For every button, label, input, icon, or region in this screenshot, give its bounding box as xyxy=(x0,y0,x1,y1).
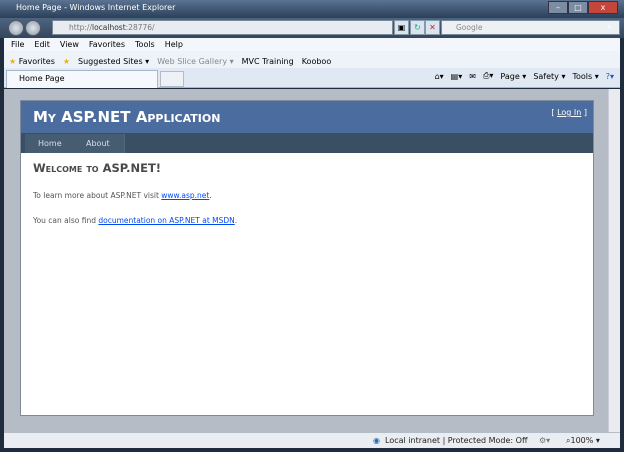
new-tab-button[interactable] xyxy=(160,71,184,87)
docs-paragraph: You can also find documentation on ASP.N… xyxy=(33,216,573,225)
minimize-button[interactable]: – xyxy=(548,1,568,14)
intro-paragraph: To learn more about ASP.NET visit www.as… xyxy=(33,191,573,200)
msdn-docs-link[interactable]: documentation on ASP.NET at MSDN xyxy=(98,216,234,225)
fav-web-slice-gallery[interactable]: Web Slice Gallery ▾ xyxy=(157,57,233,66)
menu-favorites[interactable]: Favorites xyxy=(89,40,125,51)
search-icon[interactable]: ⌕ xyxy=(607,22,611,32)
nav-about[interactable]: About xyxy=(72,134,125,153)
add-favorite-icon[interactable]: ★ xyxy=(63,57,70,66)
home-icon[interactable]: ⌂▾ xyxy=(435,72,444,81)
tab-home-page[interactable]: Home Page xyxy=(6,70,158,88)
vertical-scrollbar[interactable] xyxy=(608,89,620,432)
menu-tools[interactable]: Tools xyxy=(135,40,155,51)
tools-menu[interactable]: Tools ▾ xyxy=(572,72,598,81)
p2-text: You can also find xyxy=(33,216,99,225)
menu-file[interactable]: File xyxy=(11,40,24,51)
back-button[interactable] xyxy=(8,20,24,36)
login-display: [ Log In ] xyxy=(551,108,587,117)
window-title: Home Page - Windows Internet Explorer xyxy=(16,3,176,12)
globe-icon: ◉ xyxy=(373,436,380,445)
favorites-label: Favorites xyxy=(18,56,55,66)
site-title: My ASP.NET Application xyxy=(33,108,221,126)
login-bracket-close: ] xyxy=(581,108,587,117)
nav-home[interactable]: Home xyxy=(25,134,76,153)
menu-edit[interactable]: Edit xyxy=(34,40,50,51)
p1-text: To learn more about ASP.NET visit xyxy=(33,191,162,200)
browser-viewport: My ASP.NET Application [ Log In ] Home A… xyxy=(4,89,620,432)
refresh-icon[interactable]: ↻ xyxy=(410,20,425,35)
zoom-level[interactable]: ⌕100% ▾ xyxy=(566,436,600,446)
zoom-value: 100% xyxy=(570,436,594,445)
tab-row: Home Page ⌂▾ ▤▾ ✉ ⎙▾ Page ▾ Safety ▾ Too… xyxy=(4,68,620,88)
fav-kooboo[interactable]: Kooboo xyxy=(302,57,332,66)
safety-menu[interactable]: Safety ▾ xyxy=(533,72,565,81)
print-icon[interactable]: ⎙▾ xyxy=(483,71,493,81)
p2-end: . xyxy=(234,216,238,225)
favorites-button[interactable]: ★ Favorites xyxy=(9,57,55,66)
maximize-button[interactable]: □ xyxy=(568,1,588,14)
page-heading: Welcome to ASP.NET! xyxy=(33,161,162,175)
site-header: My ASP.NET Application [ Log In ] xyxy=(21,101,593,133)
star-icon: ★ xyxy=(9,56,17,66)
main-content: Welcome to ASP.NET! To learn more about … xyxy=(33,161,573,241)
security-zone[interactable]: Local intranet | Protected Mode: Off xyxy=(385,436,527,445)
fav-suggested-sites[interactable]: Suggested Sites ▾ xyxy=(78,57,149,66)
forward-button[interactable] xyxy=(25,20,41,36)
menu-help[interactable]: Help xyxy=(165,40,183,51)
status-bar: ◉ Local intranet | Protected Mode: Off ⚙… xyxy=(4,432,620,448)
fav-mvc-training[interactable]: MVC Training xyxy=(242,57,294,66)
site-nav: Home About xyxy=(21,133,593,153)
address-row: http://localhost:28776/ ▣ ↻ ✕ Google ⌕ xyxy=(0,18,624,38)
title-bar: Home Page - Windows Internet Explorer – … xyxy=(0,0,624,18)
page-container: My ASP.NET Application [ Log In ] Home A… xyxy=(20,100,594,416)
close-button[interactable]: x xyxy=(588,1,618,14)
url-port: :28776/ xyxy=(125,23,155,32)
menu-bar: File Edit View Favorites Tools Help xyxy=(4,38,620,51)
compatibility-view-icon[interactable]: ▣ xyxy=(394,20,409,35)
address-bar[interactable]: http://localhost:28776/ xyxy=(52,20,393,35)
menu-view[interactable]: View xyxy=(60,40,79,51)
popup-blocker-icon[interactable]: ⚙▾ xyxy=(539,436,550,445)
feeds-icon[interactable]: ▤▾ xyxy=(451,72,463,81)
help-icon[interactable]: ?▾ xyxy=(606,72,614,81)
stop-icon[interactable]: ✕ xyxy=(425,20,440,35)
url-prefix: http:// xyxy=(69,23,92,32)
asp-net-link[interactable]: www.asp.net xyxy=(161,191,209,200)
login-link[interactable]: Log In xyxy=(557,108,581,117)
mail-icon[interactable]: ✉ xyxy=(469,72,476,81)
page-menu[interactable]: Page ▾ xyxy=(500,72,526,81)
p1-end: . xyxy=(209,191,212,200)
search-input[interactable]: Google xyxy=(441,20,620,35)
url-host: localhost xyxy=(91,23,126,32)
favorites-bar: ★ Favorites ★ Suggested Sites ▾ Web Slic… xyxy=(4,51,620,68)
